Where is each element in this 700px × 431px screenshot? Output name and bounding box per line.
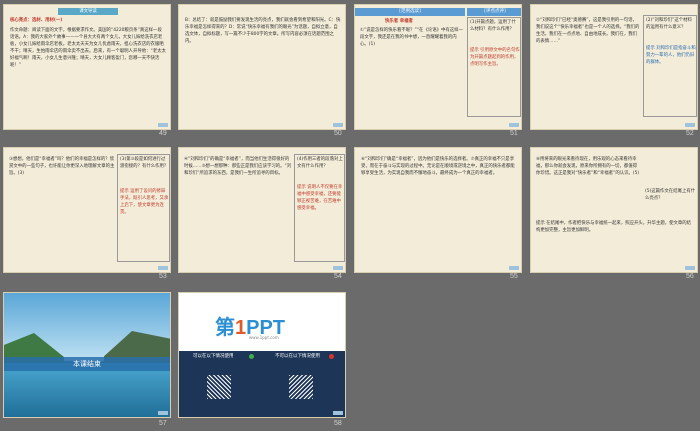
forbidden-heading: 不可以在以下情况使用 xyxy=(275,354,320,359)
allowed-heading: 可以在以下情况使用 xyxy=(193,354,234,359)
tip-text: 提示 说明人不仅要在幸福中感受幸福，还要能够正视苦难，在苦难中感受幸福。 xyxy=(297,185,343,212)
slide-thumbnail-56[interactable]: ⑧用将来的眼光来看待现在，用乐观的心态来看待幸福，那么你就会发现，原来你所拥有的… xyxy=(530,147,698,273)
tip-text: 提示 引用原文中的名句作为开篇点题起到的作用，点明写作主旨。 xyxy=(470,48,520,68)
cross-icon xyxy=(329,354,334,359)
slide-body: ①“说是怎样的快乐看不呢？”“在《论语》中有这样一段文字，我还是在我的书中想，一… xyxy=(360,28,463,48)
slide-thumbnail-53[interactable]: ③想想，他们是“幸福者”吗？他们的幸福是怎样的？欣赏文中的一些句子，也许能让你更… xyxy=(3,147,171,273)
slide-header-bar: 课文导读 xyxy=(58,8,118,15)
page-number: 51 xyxy=(510,130,518,137)
slide-thumbnail-51[interactable]: [范例选读] [评点点评] 快乐者 幸福者 ①“说是怎样的快乐看不呢？”“在《论… xyxy=(354,4,522,130)
tip-text: 提示 刘和珍们是指奋斗和努力一辈的人，他们仍旧的群体。 xyxy=(646,46,696,66)
page-number: 55 xyxy=(510,273,518,280)
slide-thumbnail-58[interactable]: 第1PPT www.1ppt.com 可以在以下情况使用 不可以在以下情况使用 xyxy=(178,292,346,418)
slide-thumbnail-50[interactable]: B：总结了：就是鼓励我们要发现生活的亮点，我们就会看到希望和阳光。C：快乐幸福是… xyxy=(178,4,346,130)
tab-review: [评点点评] xyxy=(467,8,521,16)
side-question: (3)第③段是如何进行过渡衔接的？有什么作用？ xyxy=(120,157,169,170)
slide-thumbnail-54[interactable]: ④“刘和珍们”的确是“幸福者”，而当他们生活得很好的时候……⑤想一想那种：那些正… xyxy=(178,147,346,273)
nav-badge xyxy=(333,411,343,415)
slide-body: 作文命题：阅读下面的文字，根据要求作文。美国的“4220粮页条”真这样一段话语。… xyxy=(10,28,166,69)
nav-badge xyxy=(333,123,343,127)
page-number: 50 xyxy=(334,130,342,137)
slide-body: B：总结了：就是鼓励我们要发现生活的亮点，我们就会看到希望和阳光。C：快乐幸福是… xyxy=(185,18,341,45)
page-number: 57 xyxy=(159,420,167,427)
nav-badge xyxy=(509,266,519,270)
qr-block xyxy=(289,375,313,399)
page-number: 52 xyxy=(686,130,694,137)
check-icon xyxy=(249,354,254,359)
nav-badge xyxy=(509,123,519,127)
tip-text: 提示 在结尾中，作者把快乐与幸福统一起来，照应开头，升华主题，使文章的结构更加完… xyxy=(536,221,692,234)
tab-example: [范例选读] xyxy=(355,8,465,16)
nav-badge xyxy=(333,266,343,270)
slide-body: ⑥“刘和珍们”确是“幸福者”，因为他们是快乐的选择者。⑦真正的幸福不只是享受，而… xyxy=(361,157,515,177)
page-number: 58 xyxy=(334,420,342,427)
side-question: (1)开篇点题，运用了什么材料？有什么作用？ xyxy=(470,20,516,33)
nav-badge xyxy=(158,266,168,270)
side-question: (4)作用三者的段落对上文有什么作用？ xyxy=(297,157,343,170)
qr-block xyxy=(207,375,231,399)
info-panel xyxy=(179,351,345,417)
slide-body: ②“刘和珍们”已经“奥德赛”，这是我引用的一句话，我们说这个“快乐幸福者”也是一… xyxy=(536,18,640,45)
tip-text: 提示 运用了设问的修辞手法，既引人思考，又承上启下，使文章更为连贯。 xyxy=(120,189,169,216)
side-question: (5)这篇作文在结尾上有什么亮点？ xyxy=(645,189,696,202)
lake-image xyxy=(4,363,170,417)
page-number: 56 xyxy=(686,273,694,280)
nav-badge xyxy=(685,266,695,270)
slide-title: 快乐者 幸福者 xyxy=(385,19,413,24)
page-number: 49 xyxy=(159,130,167,137)
page-number: 54 xyxy=(334,273,342,280)
slide-body: ⑧用将来的眼光来看待现在，用乐观的心态来看待幸福，那么你就会发现，原来你所拥有的… xyxy=(536,157,640,177)
nav-badge xyxy=(685,123,695,127)
slide-thumbnail-55[interactable]: ⑥“刘和珍们”确是“幸福者”，因为他们是快乐的选择者。⑦真正的幸福不只是享受，而… xyxy=(354,147,522,273)
end-banner: 本课结束 xyxy=(4,357,170,371)
page-number: 53 xyxy=(159,273,167,280)
slide-thumbnail-57[interactable]: 本课结束 xyxy=(3,292,171,418)
slide-body: ④“刘和珍们”的确是“幸福者”，而当他们生活得很好的时候……⑤想一想那种：那些正… xyxy=(184,157,292,177)
slide-thumbnail-49[interactable]: 课文导读 核心亮点：选材、用材(一) 作文命题：阅读下面的文字，根据要求作文。美… xyxy=(3,4,171,130)
slide-thumbnail-52[interactable]: ②“刘和珍们”已经“奥德赛”，这是我引用的一句话，我们说这个“快乐幸福者”也是一… xyxy=(530,4,698,130)
nav-badge xyxy=(158,123,168,127)
nav-badge xyxy=(158,411,168,415)
logo-subtitle: www.1ppt.com xyxy=(249,335,279,340)
slide-title: 核心亮点：选材、用材(一) xyxy=(10,18,63,23)
side-question: (2)“刘和珍们”这个材料的运用有什么意义？ xyxy=(646,18,692,31)
slide-body: ③想想，他们是“幸福者”吗？他们的幸福是怎样的？欣赏文中的一些句子，也许能让你更… xyxy=(9,157,115,177)
